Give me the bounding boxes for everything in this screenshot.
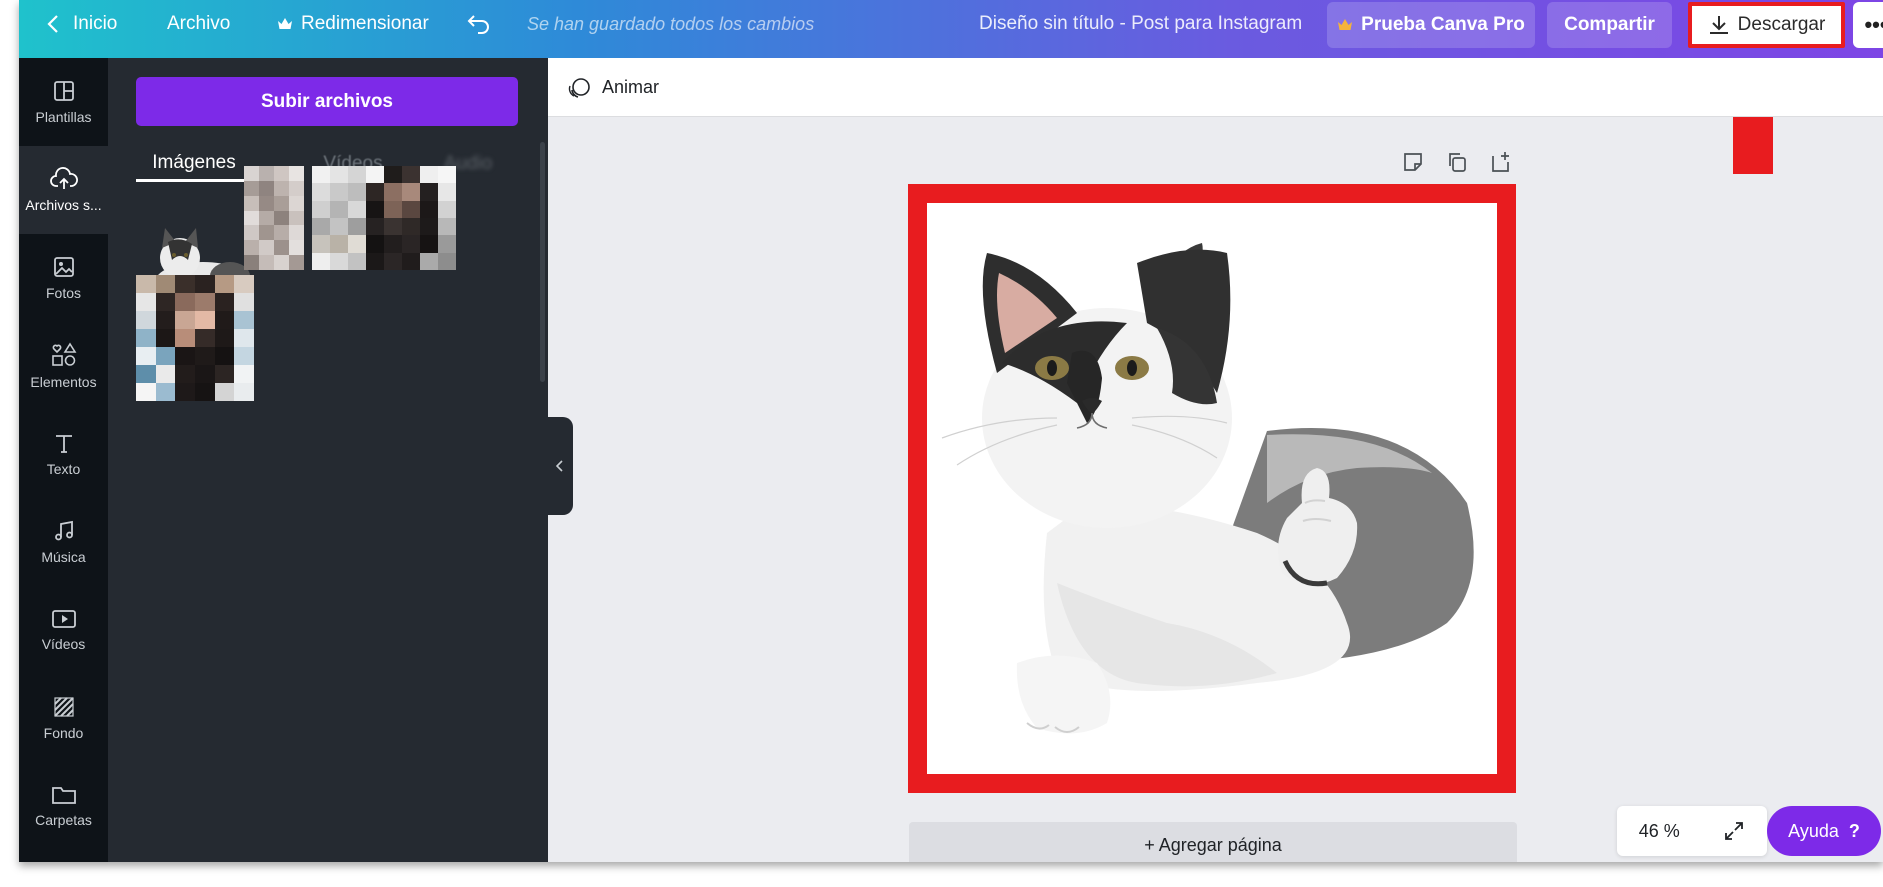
help-label: Ayuda bbox=[1788, 820, 1839, 841]
templates-icon bbox=[53, 81, 74, 101]
chevron-left-icon bbox=[47, 15, 58, 33]
upload-files-button[interactable]: Subir archivos bbox=[136, 77, 518, 126]
top-bar: Inicio Archivo Redimensionar Se han guar… bbox=[19, 0, 1883, 58]
cloud-upload-icon bbox=[49, 167, 78, 189]
nav-photos-label: Fotos bbox=[45, 285, 81, 301]
home-label: Inicio bbox=[73, 13, 118, 34]
undo-button[interactable] bbox=[467, 0, 491, 48]
file-menu[interactable]: Archivo bbox=[167, 0, 230, 48]
animate-icon bbox=[568, 77, 590, 98]
canva-editor: Inicio Archivo Redimensionar Se han guar… bbox=[19, 0, 1883, 862]
page-notes-button[interactable] bbox=[1401, 150, 1425, 174]
nav-text[interactable]: Texto bbox=[19, 410, 108, 498]
nav-templates[interactable]: Plantillas bbox=[19, 58, 108, 146]
upload-thumbnail-pixelated-3[interactable] bbox=[136, 275, 254, 401]
folder-icon bbox=[51, 787, 76, 804]
add-page-button[interactable]: + Agregar página bbox=[909, 822, 1517, 862]
download-button[interactable]: Descargar bbox=[1688, 2, 1845, 48]
add-page-icon-button[interactable] bbox=[1489, 150, 1513, 174]
video-icon bbox=[51, 610, 76, 628]
fullscreen-icon[interactable] bbox=[1723, 820, 1745, 842]
resize-label: Redimensionar bbox=[301, 13, 429, 34]
nav-elements-label: Elementos bbox=[30, 374, 97, 390]
save-status: Se han guardado todos los cambios bbox=[527, 13, 815, 34]
panel-scrollbar[interactable] bbox=[540, 142, 545, 382]
duplicate-icon bbox=[1449, 153, 1466, 172]
nav-background[interactable]: Fondo bbox=[19, 674, 108, 762]
upload-thumbnail-pixelated-2[interactable] bbox=[312, 166, 456, 270]
editor-toolbar: Animar bbox=[548, 58, 1883, 117]
animate-button[interactable]: Animar bbox=[568, 58, 659, 117]
download-icon bbox=[1709, 16, 1728, 34]
side-nav: Plantillas Archivos s... Fotos Elementos… bbox=[19, 58, 108, 862]
nav-uploads[interactable]: Archivos s... bbox=[19, 146, 108, 234]
animate-label: Animar bbox=[602, 77, 660, 97]
try-pro-label: Prueba Canva Pro bbox=[1361, 14, 1525, 35]
question-icon: ? bbox=[1848, 820, 1860, 841]
nav-photos[interactable]: Fotos bbox=[19, 234, 108, 322]
nav-videos-label: Vídeos bbox=[41, 636, 86, 652]
design-canvas[interactable] bbox=[927, 203, 1497, 774]
text-icon bbox=[55, 435, 72, 453]
nav-music[interactable]: Música bbox=[19, 498, 108, 586]
photo-icon bbox=[53, 257, 74, 277]
nav-folders-label: Carpetas bbox=[35, 812, 92, 828]
upload-thumbnail-pixelated-1[interactable] bbox=[244, 166, 304, 270]
zoom-level[interactable]: 46 % bbox=[1639, 821, 1680, 842]
nav-videos[interactable]: Vídeos bbox=[19, 586, 108, 674]
collapse-panel-button[interactable] bbox=[547, 417, 573, 515]
resize-button[interactable]: Redimensionar bbox=[277, 0, 429, 48]
music-icon bbox=[54, 520, 73, 541]
add-page-icon bbox=[1492, 152, 1509, 172]
nav-templates-label: Plantillas bbox=[35, 109, 92, 125]
crown-icon bbox=[278, 18, 292, 29]
uploads-panel: Subir archivos Imágenes Vídeos Audio bbox=[108, 58, 548, 862]
home-button[interactable]: Inicio bbox=[47, 0, 117, 48]
help-button[interactable]: Ayuda ? bbox=[1767, 806, 1881, 856]
shapes-icon bbox=[51, 342, 76, 366]
design-title[interactable]: Diseño sin título - Post para Instagram bbox=[979, 0, 1302, 48]
tab-images[interactable]: Imágenes bbox=[136, 146, 252, 182]
nav-background-label: Fondo bbox=[43, 725, 84, 741]
cat-image[interactable] bbox=[927, 203, 1497, 774]
nav-uploads-label: Archivos s... bbox=[25, 197, 102, 213]
zoom-control: 46 % bbox=[1617, 806, 1767, 856]
nav-music-label: Música bbox=[41, 549, 86, 565]
note-icon bbox=[1404, 153, 1422, 171]
nav-text-label: Texto bbox=[46, 461, 81, 477]
page-tools bbox=[1401, 150, 1513, 174]
nav-folders[interactable]: Carpetas bbox=[19, 762, 108, 850]
chevron-left-icon bbox=[556, 460, 563, 472]
duplicate-page-button[interactable] bbox=[1445, 150, 1469, 174]
try-pro-button[interactable]: Prueba Canva Pro bbox=[1327, 2, 1535, 48]
design-page-highlight bbox=[908, 184, 1516, 793]
nav-elements[interactable]: Elementos bbox=[19, 322, 108, 410]
share-button[interactable]: Compartir bbox=[1547, 2, 1672, 48]
crown-icon bbox=[1338, 19, 1353, 30]
undo-icon bbox=[467, 15, 489, 34]
background-icon bbox=[53, 697, 74, 717]
more-options-button[interactable]: ••• bbox=[1853, 2, 1883, 48]
download-label: Descargar bbox=[1737, 14, 1826, 35]
